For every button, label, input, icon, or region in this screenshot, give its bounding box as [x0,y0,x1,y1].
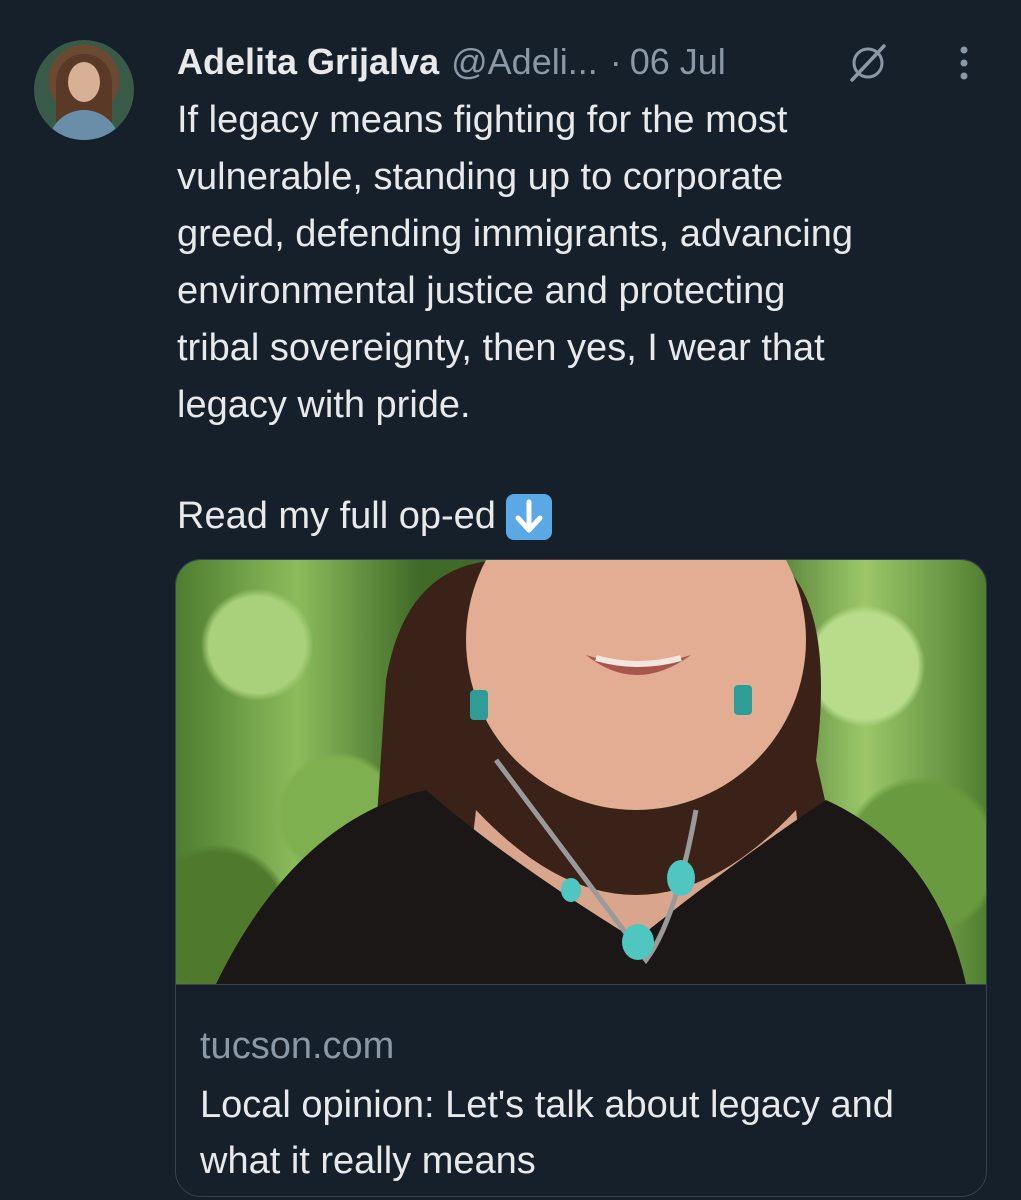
author-name[interactable]: Adelita Grijalva [177,41,439,83]
down-arrow-icon [505,493,552,540]
read-more-line: Read my full op-ed [177,488,552,545]
tweet[interactable]: Adelita Grijalva @Adeli... · 06 Jul If l… [0,0,1021,1200]
link-preview-card[interactable]: tucson.com Local opinion: Let's talk abo… [175,559,987,1197]
more-vertical-icon[interactable] [944,42,984,82]
link-preview-meta[interactable]: tucson.com Local opinion: Let's talk abo… [176,984,986,1196]
header-separator: · [609,41,622,82]
link-preview-image[interactable] [176,560,986,984]
link-domain: tucson.com [200,1025,395,1067]
tweet-date[interactable]: 06 Jul [630,41,726,83]
tweet-header: Adelita Grijalva @Adeli... · 06 Jul [177,36,726,88]
author-handle[interactable]: @Adeli... [451,41,598,83]
author-avatar[interactable] [34,40,134,140]
tweet-body: If legacy means fighting for the most vu… [177,99,853,426]
read-more-text: Read my full op-ed [177,495,496,537]
link-title: Local opinion: Let's talk about legacy a… [200,1084,894,1182]
grok-icon[interactable] [846,42,890,82]
